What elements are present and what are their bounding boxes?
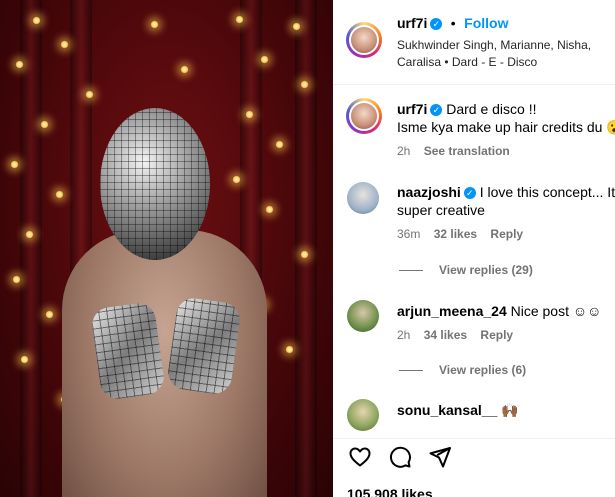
- mirror-patch: [89, 300, 167, 402]
- comment-item: naazjoshi ✓ I love this concept... It's s…: [397, 183, 615, 241]
- comment-item: sonu_kansal__ 🙌🏾: [397, 401, 519, 419]
- string-light: [232, 175, 241, 184]
- curtain-fold: [295, 0, 317, 497]
- caption-text-line-1: Dard e disco !!: [446, 101, 537, 117]
- string-light: [150, 20, 159, 29]
- comment-item: arjun_meena_24 Nice post ☺☺ 2h 34 likes …: [397, 302, 601, 342]
- audio-line-1: Sukhwinder Singh, Marianne, Nisha,: [397, 38, 592, 52]
- string-light: [32, 16, 41, 25]
- string-light: [180, 65, 189, 74]
- caption: urf7i ✓ Dard e disco !! Isme kya make up …: [397, 100, 615, 158]
- caption-username[interactable]: urf7i: [397, 101, 427, 117]
- comment-text: Nice post ☺☺: [510, 303, 602, 319]
- disco-ball-head: [100, 108, 210, 260]
- comment-text: I love this concept... It's: [479, 184, 615, 200]
- string-light: [300, 250, 309, 259]
- heart-icon[interactable]: [348, 445, 372, 469]
- post-actions-bar: [333, 438, 615, 479]
- view-replies-button[interactable]: View replies (6): [399, 363, 526, 377]
- string-light: [265, 205, 274, 214]
- string-light: [40, 120, 49, 129]
- comment-icon[interactable]: [388, 445, 412, 469]
- string-light: [292, 22, 301, 31]
- comment-username[interactable]: arjun_meena_24: [397, 303, 507, 319]
- commenter-avatar[interactable]: [347, 300, 379, 332]
- mirror-patch: [165, 295, 243, 397]
- string-light: [85, 90, 94, 99]
- verified-badge-icon: ✓: [463, 187, 476, 199]
- reply-button[interactable]: Reply: [480, 328, 513, 342]
- string-light: [285, 345, 294, 354]
- likes-count[interactable]: 105,908 likes: [347, 486, 433, 497]
- share-icon[interactable]: [428, 445, 452, 469]
- separator: •: [450, 15, 456, 31]
- post-media[interactable]: [0, 0, 333, 497]
- view-replies-button[interactable]: View replies (29): [399, 263, 533, 277]
- reply-button[interactable]: Reply: [490, 227, 523, 241]
- post-author-username[interactable]: urf7i: [397, 15, 427, 31]
- string-light: [10, 160, 19, 169]
- comment-likes[interactable]: 32 likes: [434, 227, 477, 241]
- audio-line-2: Caralisa • Dard - E - Disco: [397, 55, 538, 69]
- comment-username[interactable]: naazjoshi: [397, 184, 461, 200]
- comment-time[interactable]: 2h: [397, 328, 410, 342]
- comment-username[interactable]: sonu_kansal__: [397, 402, 497, 418]
- string-light: [12, 275, 21, 284]
- string-light: [275, 140, 284, 149]
- string-light: [15, 60, 24, 69]
- string-light: [245, 110, 254, 119]
- comment-text: 🙌🏾: [501, 402, 519, 418]
- comment-text-line-2: super creative: [397, 202, 485, 218]
- divider: [333, 84, 615, 85]
- string-light: [235, 15, 244, 24]
- string-light: [45, 310, 54, 319]
- verified-badge-icon: ✓: [430, 18, 443, 30]
- figure-body: [62, 230, 267, 497]
- commenter-avatar[interactable]: [347, 182, 379, 214]
- comment-time[interactable]: 36m: [397, 227, 420, 241]
- curtain-fold: [20, 0, 42, 497]
- caption-time[interactable]: 2h: [397, 144, 410, 158]
- string-light: [25, 230, 34, 239]
- string-light: [300, 80, 309, 89]
- commenter-avatar[interactable]: [347, 399, 379, 431]
- post-author-avatar[interactable]: [346, 22, 382, 58]
- comment-likes[interactable]: 34 likes: [424, 328, 467, 342]
- follow-button[interactable]: Follow: [464, 15, 508, 31]
- post-side-panel: urf7i ✓ • Follow Sukhwinder Singh, Marian…: [333, 0, 615, 497]
- caption-text-line-2: Isme kya make up hair credits du 😮: [397, 119, 615, 135]
- audio-info[interactable]: Sukhwinder Singh, Marianne, Nisha, Caral…: [397, 37, 591, 71]
- post-header: urf7i ✓ • Follow: [397, 14, 508, 33]
- string-light: [60, 40, 69, 49]
- see-translation-link[interactable]: See translation: [424, 144, 510, 158]
- string-light: [260, 55, 269, 64]
- string-light: [20, 355, 29, 364]
- string-light: [55, 190, 64, 199]
- caption-author-avatar[interactable]: [346, 98, 382, 134]
- verified-badge-icon: ✓: [430, 104, 443, 116]
